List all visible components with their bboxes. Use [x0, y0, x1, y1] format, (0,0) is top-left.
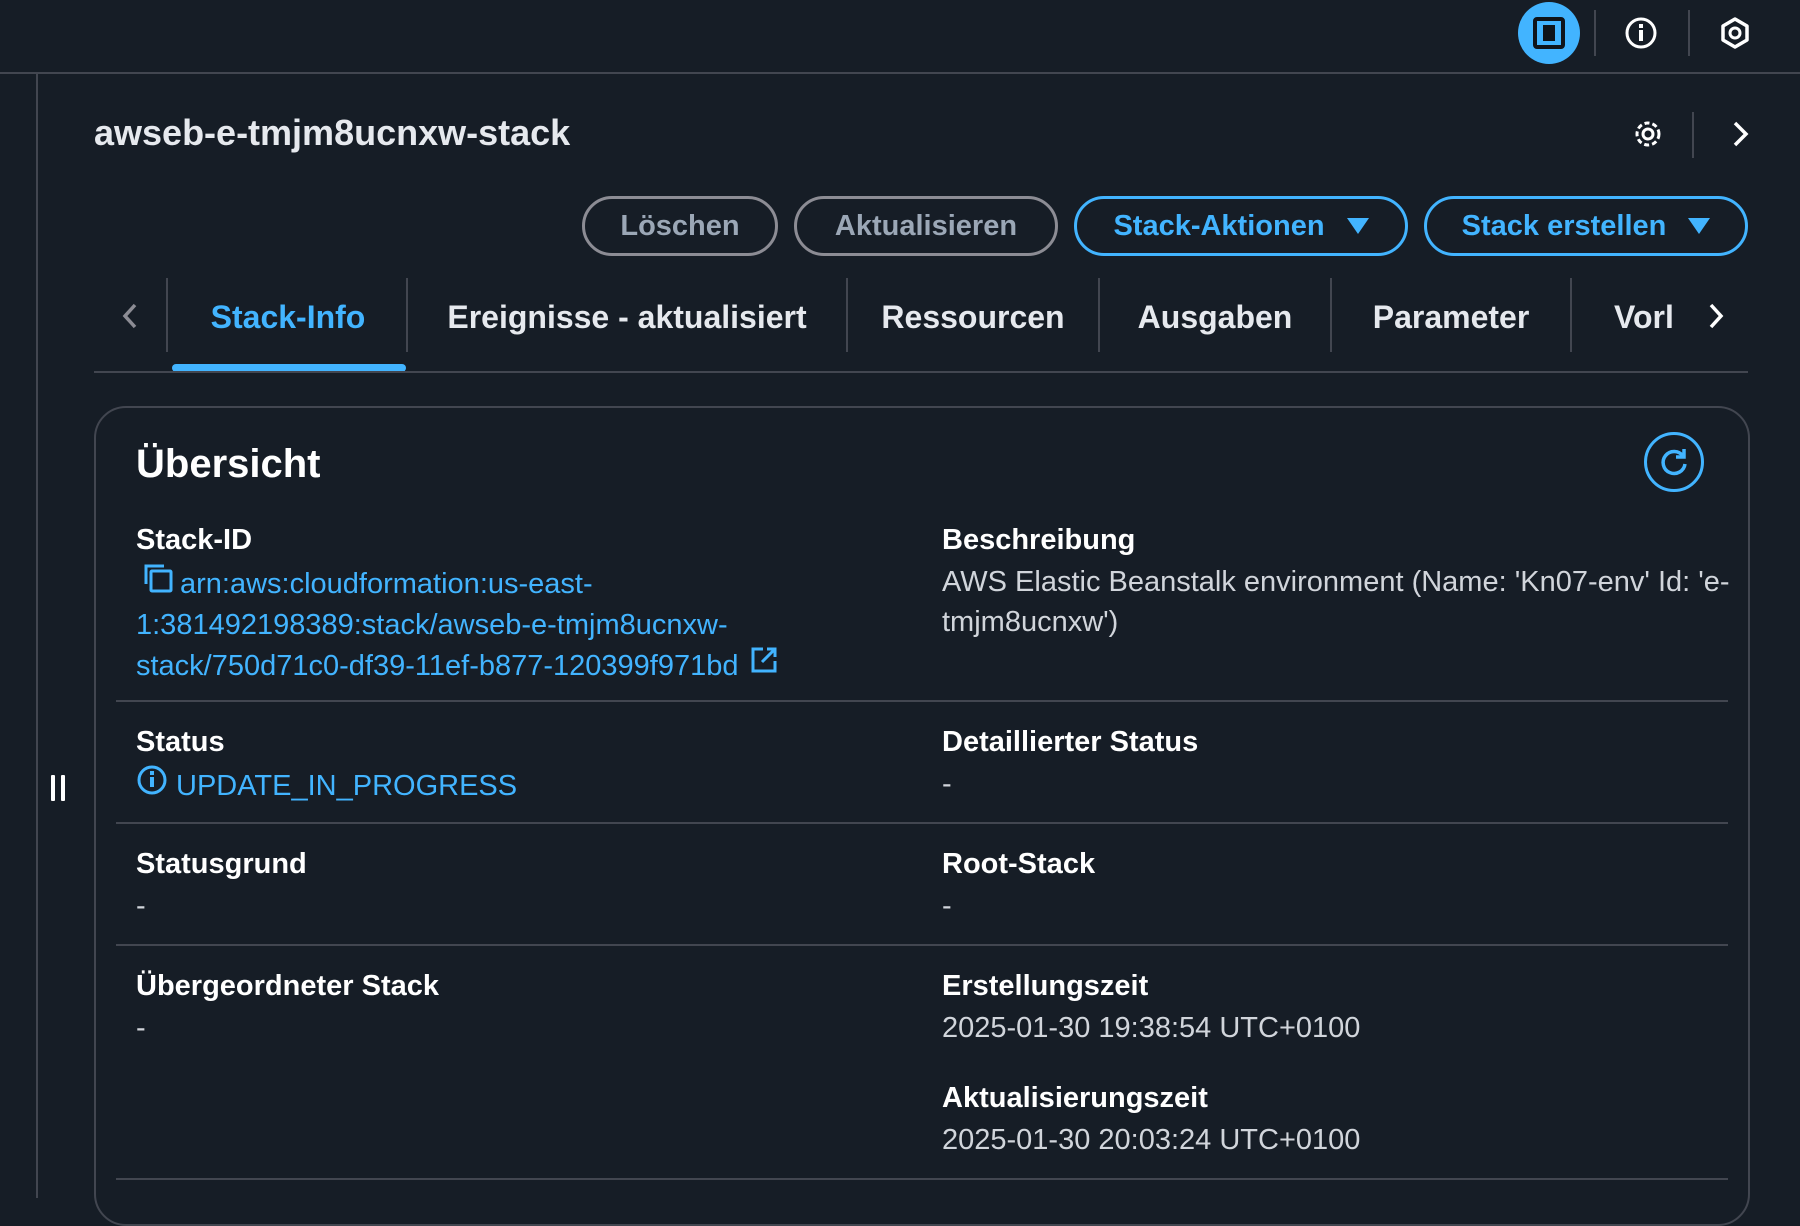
- stack-id-label: Stack-ID: [136, 524, 253, 556]
- caret-down-icon: [1346, 218, 1369, 234]
- create-stack-label: Stack erstellen: [1461, 209, 1667, 242]
- tab-stack-info[interactable]: Stack-Info: [170, 276, 406, 358]
- tabs-scroll-left-icon[interactable]: [110, 296, 150, 336]
- delete-button-label: Löschen: [620, 209, 740, 242]
- status-text: UPDATE_IN_PROGRESS: [176, 769, 518, 802]
- create-stack-dropdown[interactable]: Stack erstellen: [1424, 196, 1748, 256]
- copy-icon[interactable]: [142, 562, 174, 605]
- refresh-icon[interactable]: [1644, 432, 1704, 492]
- tab-template-clip: Vorl: [1614, 276, 1674, 358]
- detailed-status-value: -: [942, 768, 952, 800]
- tab-outputs[interactable]: Ausgaben: [1100, 276, 1330, 358]
- tabs-divider: [94, 371, 1748, 373]
- root-stack-value: -: [942, 890, 952, 922]
- delete-button[interactable]: Löschen: [582, 196, 778, 256]
- info-status-icon: [136, 764, 168, 807]
- row-divider: [116, 700, 1728, 702]
- parent-stack-value: -: [136, 1012, 146, 1044]
- topbar-divider: [1594, 10, 1596, 56]
- tab-divider: [1570, 278, 1572, 352]
- external-link-icon[interactable]: [749, 645, 779, 686]
- update-button-label: Aktualisieren: [834, 209, 1018, 242]
- overview-card: [94, 406, 1750, 1226]
- status-reason-value: -: [136, 890, 146, 922]
- root-stack-label: Root-Stack: [942, 848, 1096, 880]
- parent-stack-label: Übergeordneter Stack: [136, 970, 439, 1002]
- status-reason-label: Statusgrund: [136, 848, 307, 880]
- chevron-right-icon[interactable]: [1718, 112, 1762, 156]
- topbar-divider: [1688, 10, 1690, 56]
- update-time-label: Aktualisierungszeit: [942, 1082, 1208, 1114]
- info-icon[interactable]: [1610, 2, 1672, 64]
- stack-actions-dropdown[interactable]: Stack-Aktionen: [1074, 196, 1408, 256]
- stack-id-value: arn:aws:cloudformation:us-east- 1:381492…: [136, 562, 779, 686]
- row-divider: [116, 822, 1728, 824]
- description-value: AWS Elastic Beanstalk environment (Name:…: [942, 562, 1730, 642]
- tab-resources[interactable]: Ressourcen: [848, 276, 1098, 358]
- row-divider: [116, 1178, 1728, 1180]
- tab-divider: [166, 278, 168, 352]
- tabs-scroll-right-icon[interactable]: [1696, 296, 1736, 336]
- description-label: Beschreibung: [942, 524, 1136, 556]
- stack-id-line1[interactable]: arn:aws:cloudformation:us-east-: [180, 564, 593, 604]
- overview-title: Übersicht: [136, 442, 321, 486]
- status-label: Status: [136, 726, 225, 758]
- creation-time-label: Erstellungszeit: [942, 970, 1149, 1002]
- creation-time-value: 2025-01-30 19:38:54 UTC+0100: [942, 1012, 1361, 1044]
- gear-icon[interactable]: [1626, 112, 1670, 156]
- caret-down-icon: [1688, 218, 1711, 234]
- update-time-value: 2025-01-30 20:03:24 UTC+0100: [942, 1124, 1361, 1156]
- split-panel-border: [36, 74, 38, 1198]
- top-bar: [0, 0, 1800, 74]
- description-line1: AWS Elastic Beanstalk environment (Name:…: [942, 566, 1730, 598]
- stack-id-line2[interactable]: 1:381492198389:stack/awseb-e-tmjm8ucnxw-: [136, 605, 779, 645]
- resize-handle-icon[interactable]: [46, 772, 70, 804]
- update-button[interactable]: Aktualisieren: [794, 196, 1058, 256]
- stack-id-line3[interactable]: stack/750d71c0-df39-11ef-b877-120399f971…: [136, 646, 739, 686]
- detailed-status-label: Detaillierter Status: [942, 726, 1199, 758]
- stack-actions-label: Stack-Aktionen: [1113, 209, 1325, 242]
- header-divider: [1692, 112, 1694, 158]
- tab-template[interactable]: Vorl: [1614, 276, 1674, 358]
- panel-toggle-icon[interactable]: [1518, 2, 1580, 64]
- status-value: UPDATE_IN_PROGRESS: [136, 764, 517, 807]
- description-line2: tmjm8ucnxw'): [942, 606, 1119, 638]
- hexagon-settings-icon[interactable]: [1704, 2, 1766, 64]
- tab-parameters[interactable]: Parameter: [1332, 276, 1570, 358]
- row-divider: [116, 944, 1728, 946]
- tab-events[interactable]: Ereignisse - aktualisiert: [408, 276, 846, 358]
- page-title: awseb-e-tmjm8ucnxw-stack: [94, 112, 571, 153]
